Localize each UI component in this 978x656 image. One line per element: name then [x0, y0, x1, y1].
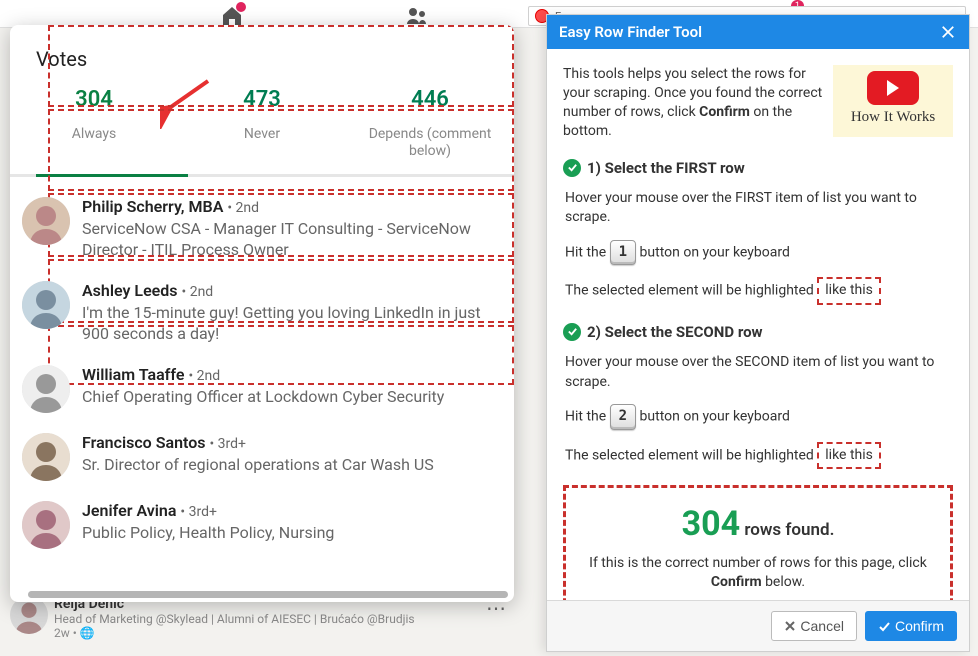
person-headline: ServiceNow CSA - Manager IT Consulting -…: [82, 218, 498, 261]
avatar[interactable]: [22, 501, 70, 549]
row-finder-panel: Easy Row Finder Tool This tools helps yo…: [546, 14, 970, 652]
avatar[interactable]: [22, 197, 70, 245]
step1-hover: Hover your mouse over the FIRST item of …: [565, 189, 953, 228]
how-it-works-video[interactable]: How It Works: [833, 65, 953, 137]
network-icon[interactable]: [405, 4, 429, 26]
annotation-arrow: [160, 69, 220, 129]
rows-found-count: 304: [682, 504, 741, 544]
votes-modal: Votes 304 Always 473 Never 446 Depends (…: [10, 25, 514, 602]
feed-headline: Head of Marketing @Skylead | Alumni of A…: [54, 612, 415, 626]
close-icon: [784, 620, 796, 632]
result-box: 304 rows found. If this is the correct n…: [563, 485, 953, 613]
cancel-button[interactable]: Cancel: [771, 611, 857, 641]
vote-tabs: 304 Always 473 Never 446 Depends (commen…: [10, 81, 514, 174]
home-icon[interactable]: [220, 4, 244, 26]
rows-found-label: rows found.: [740, 520, 834, 540]
check-icon: [563, 159, 581, 177]
connection-degree: • 2nd: [182, 284, 214, 300]
connection-degree: • 2nd: [227, 200, 259, 216]
tab-underline: [10, 174, 514, 177]
feed-timestamp: 2w • 🌐: [54, 626, 415, 640]
list-item[interactable]: Francisco Santos • 3rd+ Sr. Director of …: [10, 423, 514, 491]
person-headline: I'm the 15-minute guy! Getting you lovin…: [82, 302, 498, 345]
panel-footer: Cancel Confirm: [547, 600, 969, 651]
close-icon[interactable]: [939, 23, 957, 41]
tab-always[interactable]: 304 Always: [10, 81, 178, 174]
step1-title: 1) Select the FIRST row: [587, 159, 745, 177]
list-item[interactable]: Jenifer Avina • 3rd+ Public Policy, Heal…: [10, 491, 514, 559]
avatar[interactable]: [22, 365, 70, 413]
confirm-button[interactable]: Confirm: [865, 611, 957, 641]
avatar[interactable]: [22, 433, 70, 481]
person-headline: Public Policy, Health Policy, Nursing: [82, 522, 334, 544]
highlight-example: like this: [817, 277, 881, 305]
step1-key-instruction: Hit the 1 button on your keyboard: [565, 240, 953, 266]
scrollbar-thumb[interactable]: [28, 591, 508, 598]
intro-text: This tools helps you select the rows for…: [563, 65, 833, 141]
keycap-2: 2: [610, 404, 636, 430]
connection-degree: • 3rd+: [180, 504, 217, 520]
step2-title: 2) Select the SECOND row: [587, 323, 763, 341]
play-icon: [867, 71, 919, 105]
check-icon: [878, 620, 891, 633]
step2-hover: Hover your mouse over the SECOND item of…: [565, 353, 953, 392]
connection-degree: • 3rd+: [209, 436, 246, 452]
person-headline: Chief Operating Officer at Lockdown Cybe…: [82, 386, 444, 408]
list-item[interactable]: Ashley Leeds • 2nd I'm the 15-minute guy…: [10, 271, 514, 355]
person-name: Jenifer Avina: [82, 501, 176, 520]
voters-list: Philip Scherry, MBA • 2nd ServiceNow CSA…: [10, 177, 514, 559]
step2-highlight-note: The selected element will be highlighted…: [565, 442, 953, 470]
person-name: Francisco Santos: [82, 433, 205, 452]
step1-highlight-note: The selected element will be highlighted…: [565, 277, 953, 305]
list-item[interactable]: Philip Scherry, MBA • 2nd ServiceNow CSA…: [10, 187, 514, 271]
highlight-example: like this: [817, 442, 881, 470]
person-name: Ashley Leeds: [82, 281, 178, 300]
panel-title: Easy Row Finder Tool: [559, 23, 702, 41]
tab-depends[interactable]: 446 Depends (comment below): [346, 81, 514, 174]
check-icon: [563, 323, 581, 341]
keycap-1: 1: [610, 240, 636, 266]
votes-title: Votes: [10, 25, 514, 81]
person-headline: Sr. Director of regional operations at C…: [82, 454, 434, 476]
person-name: William Taaffe: [82, 365, 184, 384]
avatar[interactable]: [22, 281, 70, 329]
step2-key-instruction: Hit the 2 button on your keyboard: [565, 404, 953, 430]
connection-degree: • 2nd: [188, 368, 220, 384]
horizontal-scrollbar[interactable]: [28, 591, 504, 598]
notification-dot: [236, 2, 246, 12]
list-item[interactable]: William Taaffe • 2nd Chief Operating Off…: [10, 355, 514, 423]
result-instruction: If this is the correct number of rows fo…: [580, 554, 936, 592]
panel-header: Easy Row Finder Tool: [547, 15, 969, 49]
person-name: Philip Scherry, MBA: [82, 197, 223, 216]
